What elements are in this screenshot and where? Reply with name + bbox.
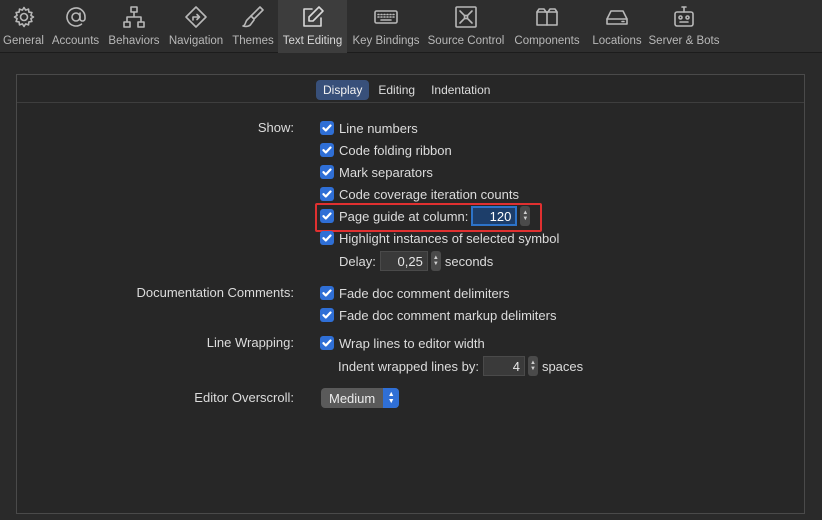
mark-separators-checkbox[interactable] xyxy=(320,165,334,179)
wrap-lines-label: Wrap lines to editor width xyxy=(339,335,485,351)
checkmark-icon xyxy=(322,190,332,198)
checkmark-icon xyxy=(322,212,332,220)
segmented-tabs: Display Editing Indentation xyxy=(316,80,497,100)
indent-unit: spaces xyxy=(541,358,584,374)
checkmark-icon xyxy=(322,124,332,132)
toolbar-item-behaviors[interactable]: Behaviors xyxy=(104,0,164,53)
overscroll-popup[interactable]: Medium ▲ ▼ xyxy=(321,388,400,408)
page-guide-option[interactable]: Page guide at column: 120 ▲ ▼ xyxy=(320,206,531,226)
toolbar-label: Behaviors xyxy=(108,35,160,47)
pencil-square-icon xyxy=(302,6,324,27)
toolbar-item-navigation[interactable]: Navigation xyxy=(164,0,228,53)
highlight-instances-option[interactable]: Highlight instances of selected symbol xyxy=(320,228,559,248)
checkmark-icon xyxy=(322,234,332,242)
wrap-lines-option[interactable]: Wrap lines to editor width xyxy=(320,333,485,353)
page-guide-stepper[interactable]: ▲ ▼ xyxy=(520,206,531,226)
page-guide-column-field[interactable]: 120 xyxy=(471,206,518,226)
code-coverage-option[interactable]: Code coverage iteration counts xyxy=(320,184,519,204)
toolbar-item-components[interactable]: Components xyxy=(507,0,587,53)
indent-wrapped-field[interactable]: 4 xyxy=(482,356,525,376)
toolbar-label: Source Control xyxy=(427,35,505,47)
keyboard-icon xyxy=(374,10,398,24)
toolbar-label: Locations xyxy=(592,35,642,47)
robot-icon xyxy=(674,6,694,27)
toolbar-label: General xyxy=(3,35,44,47)
line-numbers-label: Line numbers xyxy=(339,120,418,136)
indent-wrapped-label: Indent wrapped lines by: xyxy=(338,358,479,374)
code-coverage-label: Code coverage iteration counts xyxy=(339,186,519,202)
toolbar-item-text-editing[interactable]: Text Editing xyxy=(278,0,347,53)
toolbar-label: Server & Bots xyxy=(648,35,720,47)
tab-editing[interactable]: Editing xyxy=(371,80,422,100)
overscroll-value: Medium xyxy=(329,390,376,406)
code-folding-checkbox[interactable] xyxy=(320,143,334,157)
drive-icon xyxy=(606,10,628,25)
fade-markup-label: Fade doc comment markup delimiters xyxy=(339,307,557,323)
text-editing-panel: Display Editing Indentation Show: Line n… xyxy=(16,74,805,514)
toolbar-label: Components xyxy=(514,35,580,47)
line-numbers-option[interactable]: Line numbers xyxy=(320,118,418,138)
preferences-toolbar: General Accounts Behaviors Navigation Th… xyxy=(0,0,822,53)
at-sign-icon xyxy=(65,7,86,27)
tab-bar: Display Editing Indentation xyxy=(17,75,804,103)
show-label: Show: xyxy=(257,120,294,135)
fade-delimiters-checkbox[interactable] xyxy=(320,286,334,300)
highlight-instances-label: Highlight instances of selected symbol xyxy=(339,230,560,246)
mark-separators-option[interactable]: Mark separators xyxy=(320,162,433,182)
indent-wrapped-row: Indent wrapped lines by: 4 ▲ ▼ spaces xyxy=(338,356,583,376)
line-wrapping-label: Line Wrapping: xyxy=(206,335,294,350)
boxes-icon xyxy=(536,8,558,26)
code-coverage-checkbox[interactable] xyxy=(320,187,334,201)
toolbar-item-general[interactable]: General xyxy=(0,0,47,53)
checkmark-icon xyxy=(322,339,332,347)
delay-row: Delay: 0,25 ▲ ▼ seconds xyxy=(339,251,493,271)
delay-unit: seconds xyxy=(444,253,494,269)
checkmark-icon xyxy=(322,311,332,319)
toolbar-item-source-control[interactable]: Source Control xyxy=(425,0,507,53)
toolbar-item-server-bots[interactable]: Server & Bots xyxy=(647,0,721,53)
toolbar-label: Navigation xyxy=(168,35,224,47)
checkmark-icon xyxy=(322,146,332,154)
toolbar-label: Key Bindings xyxy=(352,35,420,47)
toolbar-item-accounts[interactable]: Accounts xyxy=(47,0,104,53)
fade-delimiters-label: Fade doc comment delimiters xyxy=(339,285,510,301)
highlight-instances-checkbox[interactable] xyxy=(320,231,334,245)
fade-delimiters-option[interactable]: Fade doc comment delimiters xyxy=(320,283,510,303)
hierarchy-icon xyxy=(123,6,145,28)
source-control-icon xyxy=(455,6,477,28)
line-numbers-checkbox[interactable] xyxy=(320,121,334,135)
chevron-down-icon[interactable]: ▼ xyxy=(522,216,528,222)
checkmark-icon xyxy=(322,168,332,176)
doc-comments-label: Documentation Comments: xyxy=(136,285,294,300)
toolbar-item-key-bindings[interactable]: Key Bindings xyxy=(347,0,425,53)
delay-stepper[interactable]: ▲ ▼ xyxy=(430,251,441,271)
overscroll-label: Editor Overscroll: xyxy=(194,390,294,405)
delay-field[interactable]: 0,25 xyxy=(379,251,428,271)
tab-display[interactable]: Display xyxy=(316,80,370,100)
tab-indentation[interactable]: Indentation xyxy=(424,80,497,100)
checkmark-icon xyxy=(322,289,332,297)
code-folding-label: Code folding ribbon xyxy=(339,142,452,158)
chevron-down-icon[interactable]: ▼ xyxy=(530,366,536,372)
overscroll-row: Medium ▲ ▼ xyxy=(321,388,400,408)
mark-separators-label: Mark separators xyxy=(339,164,433,180)
toolbar-label: Text Editing xyxy=(282,35,343,47)
paintbrush-icon xyxy=(242,6,264,28)
diamond-arrow-icon xyxy=(185,6,207,28)
code-folding-option[interactable]: Code folding ribbon xyxy=(320,140,452,160)
page-guide-label: Page guide at column: xyxy=(339,208,469,224)
gear-icon xyxy=(13,6,34,28)
delay-label: Delay: xyxy=(339,253,376,269)
fade-markup-checkbox[interactable] xyxy=(320,308,334,322)
indent-stepper[interactable]: ▲ ▼ xyxy=(527,356,538,376)
toolbar-item-locations[interactable]: Locations xyxy=(587,0,647,53)
toolbar-label: Accounts xyxy=(51,35,100,47)
toolbar-label: Themes xyxy=(232,35,274,47)
page-guide-checkbox[interactable] xyxy=(320,209,334,223)
fade-markup-option[interactable]: Fade doc comment markup delimiters xyxy=(320,305,556,325)
toolbar-item-themes[interactable]: Themes xyxy=(228,0,278,53)
popup-arrows-icon: ▲ ▼ xyxy=(383,388,400,408)
wrap-lines-checkbox[interactable] xyxy=(320,336,334,350)
chevron-down-icon[interactable]: ▼ xyxy=(433,261,439,267)
